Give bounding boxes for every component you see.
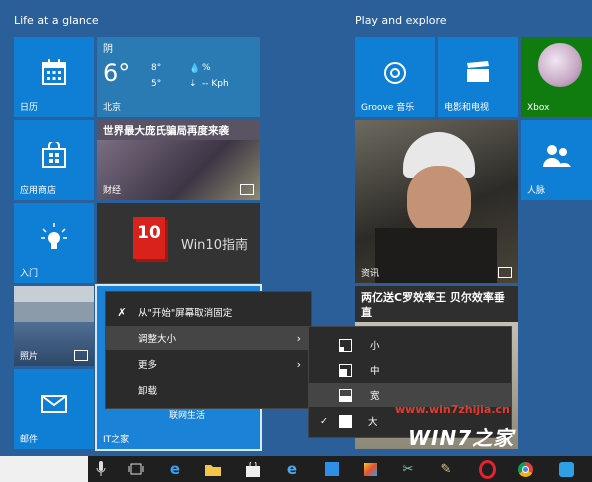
store-taskbar-icon[interactable] (244, 460, 262, 478)
news-photo-shirt (375, 228, 497, 283)
people-label: 人脉 (527, 186, 546, 196)
weather-low: 5° (151, 79, 162, 89)
xbox-label: Xbox (527, 103, 550, 113)
weather-high: 8° (151, 63, 162, 73)
win10-guide-tile[interactable]: 10 Win10指南 (97, 203, 260, 283)
win10-book-icon: 10 (133, 217, 165, 259)
file-explorer-icon[interactable] (204, 460, 222, 478)
chevron-right-icon: › (296, 357, 301, 371)
finance-label: 财经 (103, 186, 122, 196)
microphone-icon[interactable] (92, 460, 110, 478)
photo-sky (14, 286, 94, 302)
size-small-label: 小 (370, 341, 380, 352)
mail-label: 邮件 (20, 435, 39, 445)
bird-app-icon[interactable] (557, 460, 575, 478)
people-icon (521, 144, 592, 168)
get-started-label: 入门 (20, 269, 39, 279)
weather-wind: -- Kph (202, 79, 229, 89)
size-option-small[interactable]: 小 (309, 333, 511, 357)
palette-taskbar-icon[interactable] (361, 460, 379, 478)
chart-icon (240, 184, 254, 195)
news-label: 资讯 (361, 269, 380, 279)
news-tile[interactable]: 资讯 (355, 120, 518, 283)
groove-music-tile[interactable]: Groove 音乐 (355, 37, 435, 117)
watermark-logo: WIN7之家 (408, 426, 515, 450)
size-medium-label: 中 (370, 366, 380, 377)
app-taskbar-icon[interactable] (323, 460, 341, 478)
clapperboard-icon (438, 61, 518, 83)
resize-label: 调整大小 (138, 334, 177, 345)
news-icon (498, 267, 512, 278)
size-wide-icon (339, 388, 352, 402)
get-started-tile[interactable]: 入门 (14, 203, 94, 283)
ithome-label: IT之家 (103, 435, 130, 445)
win10-badge: 10 (137, 223, 161, 243)
checkmark-icon: ✓ (320, 415, 328, 427)
mail-tile[interactable]: 邮件 (14, 369, 94, 449)
finance-tile[interactable]: 世界最大庞氏骗局再度来袭 财经 (97, 120, 260, 200)
win10-guide-title: Win10指南 (181, 238, 248, 253)
size-small-icon (339, 338, 352, 352)
store-tile[interactable]: 应用商店 (14, 120, 94, 200)
size-large-icon (339, 414, 352, 428)
news-photo-face (407, 166, 471, 236)
mail-icon (14, 395, 94, 413)
edge-browser-icon[interactable]: e (166, 460, 184, 478)
calendar-tile[interactable]: 日历 (14, 37, 94, 117)
weather-humidity: % (202, 63, 211, 73)
photos-icon (74, 350, 88, 361)
menu-item-resize[interactable]: 调整大小 › (106, 326, 311, 350)
photos-label: 照片 (20, 352, 39, 362)
photos-tile[interactable]: 照片 (14, 286, 94, 366)
chevron-right-icon: › (296, 331, 301, 345)
opera-browser-icon[interactable] (478, 459, 496, 479)
wind-icon: ⇣ (189, 79, 197, 89)
group-header-play: Play and explore (355, 14, 447, 27)
size-medium-icon (339, 363, 352, 377)
xbox-avatar (538, 43, 582, 87)
humidity-icon: 💧 (189, 64, 201, 74)
sports-headline: 两亿送C罗效率王 贝尔效率垂直 (361, 291, 505, 319)
groove-music-label: Groove 音乐 (361, 103, 415, 113)
people-tile[interactable]: 人脉 (521, 120, 592, 200)
search-box[interactable] (0, 456, 88, 482)
shopping-bag-icon (14, 142, 94, 168)
taskbar: e e ✂ ✎ (0, 456, 592, 482)
weather-temperature: 6° (103, 59, 131, 87)
finance-headline: 世界最大庞氏骗局再度来袭 (103, 125, 229, 137)
weather-tile[interactable]: 阴 6° 8° 5° 💧 % ⇣ -- Kph 北京 (97, 37, 260, 117)
menu-item-more[interactable]: 更多 › (106, 352, 311, 376)
weather-city: 北京 (103, 103, 122, 113)
menu-item-unpin[interactable]: ✗ 从"开始"屏幕取消固定 (106, 300, 311, 324)
size-large-label: 大 (368, 417, 378, 428)
tools-taskbar-icon[interactable]: ✂ (399, 460, 417, 478)
finance-photo (97, 140, 260, 200)
size-wide-label: 宽 (370, 391, 380, 402)
music-disc-icon (355, 61, 435, 85)
chrome-browser-icon[interactable] (516, 460, 534, 478)
movies-tv-tile[interactable]: 电影和电视 (438, 37, 518, 117)
unpin-label: 从"开始"屏幕取消固定 (138, 308, 233, 319)
paint-taskbar-icon[interactable]: ✎ (437, 460, 455, 478)
weather-condition: 阴 (103, 44, 113, 55)
tile-context-menu: ✗ 从"开始"屏幕取消固定 调整大小 › 更多 › 卸载 (105, 291, 312, 409)
group-header-life: Life at a glance (14, 14, 99, 27)
watermark-url: www.win7zhijia.cn (395, 403, 510, 416)
calendar-icon (14, 59, 94, 85)
store-label: 应用商店 (20, 186, 57, 196)
more-label: 更多 (138, 360, 158, 371)
menu-item-uninstall[interactable]: 卸载 (106, 378, 311, 402)
ithome-subtitle: 联网生活 (169, 411, 206, 421)
unpin-icon: ✗ (117, 305, 127, 319)
movies-tv-label: 电影和电视 (444, 103, 490, 113)
xbox-tile[interactable]: Xbox (521, 37, 592, 117)
calendar-label: 日历 (20, 103, 39, 113)
task-view-icon[interactable] (127, 460, 145, 478)
photo-buildings (14, 302, 94, 322)
size-option-medium[interactable]: 中 (309, 358, 511, 382)
lightbulb-icon (14, 223, 94, 253)
internet-explorer-icon[interactable]: e (283, 460, 301, 478)
uninstall-label: 卸载 (138, 386, 158, 397)
